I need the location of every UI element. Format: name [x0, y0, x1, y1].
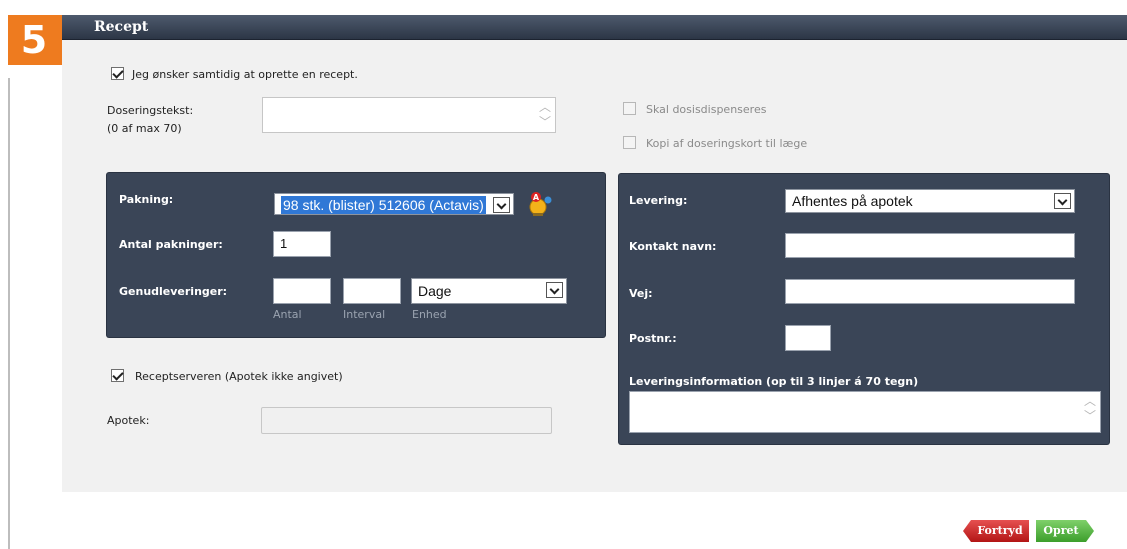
street-label: Vej:: [629, 287, 653, 300]
refill-unit-select[interactable]: Dage: [411, 278, 567, 304]
package-label: Pakning:: [119, 193, 174, 206]
postal-input[interactable]: [785, 325, 831, 351]
scroll-down-icon[interactable]: ﹀: [1083, 409, 1097, 424]
dosing-label: Doseringstekst:: [107, 104, 194, 117]
create-recipe-checkbox[interactable]: [111, 67, 124, 80]
refill-count-input[interactable]: [273, 278, 331, 304]
section-header: Recept: [62, 15, 1127, 40]
scroll-up-icon[interactable]: ︿: [538, 100, 552, 115]
svg-text:A: A: [533, 193, 540, 202]
dosing-textarea[interactable]: ︿ ﹀: [262, 97, 556, 133]
copy-card-checkbox[interactable]: [623, 136, 636, 149]
recipe-server-label: Receptserveren (Apotek ikke angivet): [135, 370, 343, 383]
pharmacy-label: Apotek:: [107, 414, 150, 427]
count-input[interactable]: 1: [273, 231, 331, 257]
package-panel: Pakning: 98 stk. (blister) 512606 (Actav…: [107, 173, 605, 337]
delivery-panel: Levering: Afhentes på apotek Kontakt nav…: [619, 174, 1109, 444]
section-title: Recept: [94, 19, 149, 35]
info-scroll[interactable]: ︿ ﹀: [1083, 394, 1097, 430]
street-input[interactable]: [785, 279, 1075, 304]
contact-input[interactable]: [785, 233, 1075, 258]
count-label: Antal pakninger:: [119, 238, 223, 251]
sub-count-label: Antal: [273, 308, 302, 321]
package-value: 98 stk. (blister) 512606 (Actavis): [281, 196, 486, 214]
left-border: [8, 78, 10, 549]
delivery-label: Levering:: [629, 194, 688, 207]
package-select[interactable]: 98 stk. (blister) 512606 (Actavis): [274, 193, 514, 215]
info-label: Leveringsinformation (op til 3 linjer á …: [629, 375, 919, 388]
dosing-counter: (0 af max 70): [107, 122, 182, 135]
contact-label: Kontakt navn:: [629, 240, 717, 253]
refill-interval-input[interactable]: [343, 278, 401, 304]
chevron-down-icon[interactable]: [493, 197, 510, 213]
chevron-down-icon[interactable]: [1054, 193, 1071, 209]
delivery-select[interactable]: Afhentes på apotek: [785, 189, 1075, 213]
scroll-up-icon[interactable]: ︿: [1083, 394, 1097, 409]
copy-card-label: Kopi af doseringskort til læge: [646, 137, 808, 150]
cancel-button[interactable]: Fortryd: [963, 520, 1029, 542]
refill-unit-value: Dage: [418, 283, 452, 299]
create-recipe-label: Jeg ønsker samtidig at oprette en recept…: [132, 68, 358, 81]
sub-interval-label: Interval: [343, 308, 386, 321]
dose-dispense-checkbox[interactable]: [623, 102, 636, 115]
pharmacy-field[interactable]: [261, 407, 552, 434]
dose-dispense-label: Skal dosisdispenseres: [646, 103, 767, 116]
step-number: 5: [20, 18, 48, 62]
recipe-server-checkbox[interactable]: [111, 369, 124, 382]
delivery-value: Afhentes på apotek: [792, 193, 913, 209]
dosing-scroll[interactable]: ︿ ﹀: [538, 100, 552, 130]
alert-bell-icon[interactable]: A: [527, 190, 555, 221]
postal-label: Postnr.:: [629, 332, 677, 345]
sub-unit-label: Enhed: [412, 308, 447, 321]
create-button[interactable]: Opret: [1036, 520, 1094, 542]
scroll-down-icon[interactable]: ﹀: [538, 115, 552, 130]
chevron-down-icon[interactable]: [546, 282, 563, 298]
refill-label: Genudleveringer:: [119, 285, 228, 298]
form-content: Jeg ønsker samtidig at oprette en recept…: [62, 40, 1127, 492]
info-textarea[interactable]: ︿ ﹀: [629, 391, 1101, 433]
